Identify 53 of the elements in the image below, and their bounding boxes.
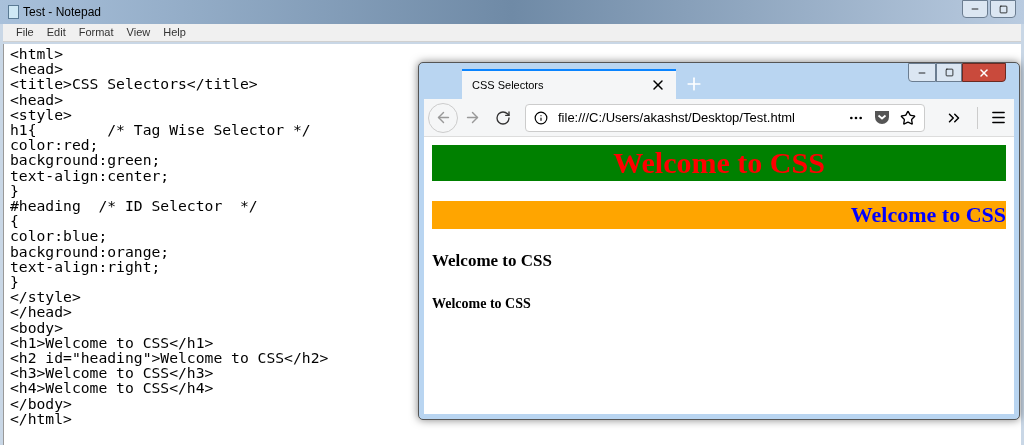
forward-icon[interactable] [464, 109, 481, 126]
minimize-button[interactable] [908, 63, 936, 82]
menu-icon[interactable] [990, 109, 1007, 126]
code-line: <html> [10, 46, 64, 62]
code-line: background:green; [10, 152, 161, 168]
code-line: } [10, 182, 19, 199]
menu-item[interactable]: Format [78, 24, 114, 41]
heading-text: Welcome to CSS [850, 202, 1006, 227]
close-button[interactable] [962, 63, 1006, 82]
close-tab-icon[interactable] [650, 77, 666, 93]
star-icon[interactable] [900, 109, 916, 126]
maximize-icon [998, 4, 1008, 14]
menu-item[interactable]: File [16, 24, 34, 41]
heading-text: Welcome to CSS [432, 251, 552, 270]
info-icon[interactable] [534, 110, 548, 125]
notepad-icon [8, 5, 19, 19]
code-line: <h1>Welcome to CSS</h1> [10, 334, 214, 351]
code-line: <style> [10, 106, 72, 122]
code-line: </style> [10, 289, 81, 305]
code-line: <h2 id="heading">Welcome to CSS</h2> [10, 350, 329, 366]
code-line: color:red; [10, 137, 99, 153]
code-line: { [10, 213, 19, 229]
code-line: </head> [10, 304, 72, 320]
code-line: <h4>Welcome to CSS</h4> [10, 380, 214, 396]
menu-item[interactable]: Edit [46, 24, 66, 41]
pocket-icon[interactable] [874, 110, 890, 125]
code-line: text-align:center; [10, 167, 170, 183]
code-line: <h3>Welcome to CSS</h3> [10, 365, 214, 381]
minimize-button[interactable] [962, 0, 988, 18]
code-line: </body> [10, 395, 72, 411]
code-line: </html> [10, 410, 72, 427]
window-title: Test - Notepad [23, 4, 102, 21]
code-line: <body> [10, 319, 64, 335]
maximize-icon [944, 68, 954, 77]
code-line: #heading /* ID Selector */ [10, 198, 258, 214]
reload-icon[interactable] [495, 109, 511, 126]
address-bar[interactable]: file:///C:/Users/akashst/Desktop/Test.html [525, 103, 925, 132]
code-line: text-align:right; [10, 258, 161, 275]
heading-text: Welcome to CSS [432, 296, 531, 311]
code-line: background:orange; [10, 243, 170, 259]
close-icon [978, 66, 990, 79]
maximize-button[interactable] [936, 63, 962, 82]
code-line: h1{ /* Tag Wise Selector */ [10, 122, 311, 138]
code-line: <head> [10, 61, 64, 77]
code-line: <title>CSS Selectors</title> [10, 76, 258, 92]
menu-item[interactable]: View [126, 24, 151, 41]
maximize-button[interactable] [990, 0, 1016, 18]
heading-text: Welcome to CSS [613, 146, 825, 179]
browser-tab[interactable]: CSS Selectors [462, 69, 676, 99]
code-line: <head> [10, 91, 64, 107]
code-line: color:blue; [10, 228, 108, 244]
code-line: } [10, 274, 19, 290]
menu-item[interactable]: Help [163, 24, 186, 41]
